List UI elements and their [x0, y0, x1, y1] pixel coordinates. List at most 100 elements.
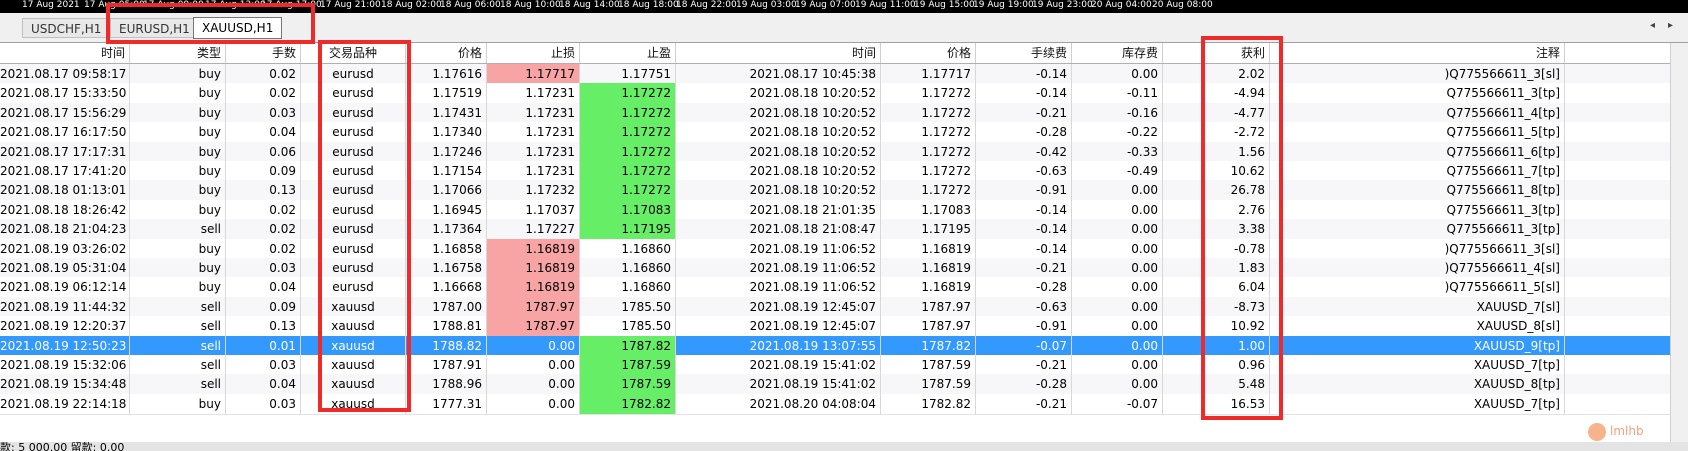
table-cell: 1.17272 — [580, 83, 676, 104]
table-cell: XAUUSD_7[sl] — [1270, 296, 1565, 317]
table-cell: 0.09 — [226, 296, 301, 317]
table-cell: 1.16858 — [406, 238, 487, 259]
table-cell: 0.00 — [487, 374, 580, 395]
table-row[interactable]: 2021.08.19 05:31:04 buy 0.03 eurusd 1.16758 1… — [0, 258, 1688, 279]
table-cell: buy — [130, 141, 226, 162]
column-header[interactable]: 止损 — [487, 43, 580, 63]
table-cell: 1.17231 — [487, 102, 580, 123]
table-cell: 0.00 — [1072, 219, 1163, 240]
table-row[interactable]: 2021.08.19 03:26:02 buy 0.02 eurusd 1.16858 1… — [0, 238, 1688, 260]
table-cell: 0.02 — [226, 238, 301, 259]
table-row[interactable]: 2021.08.17 17:41:20 buy 0.09 eurusd 1.17154 1… — [0, 161, 1688, 182]
column-header[interactable]: 手续费 — [976, 43, 1072, 63]
column-header[interactable]: 类型 — [130, 43, 226, 63]
table-cell: 0.00 — [1072, 258, 1163, 278]
table-cell: 1787.97 — [487, 316, 580, 337]
watermark-logo: lmlhb — [1588, 421, 1648, 441]
table-cell: 1.17272 — [580, 102, 676, 123]
chart-tab-bar: USDCHF,H1 EURUSD,H1 XAUUSD,H1 ◂ ▸ — [0, 13, 1688, 43]
table-row[interactable]: 2021.08.17 15:33:50 buy 0.02 eurusd 1.17519 1… — [0, 83, 1688, 105]
table-cell: -2.72 — [1163, 122, 1270, 143]
tab-scroll-right-icon[interactable]: ▸ — [1668, 20, 1673, 31]
table-cell: -4.77 — [1163, 102, 1270, 123]
table-cell: 0.04 — [226, 122, 301, 143]
table-cell: sell — [130, 374, 226, 395]
table-cell: Q775566611_4[tp] — [1270, 102, 1565, 123]
table-row[interactable]: 2021.08.19 11:44:32 sell 0.09 xauusd 1787.00… — [0, 296, 1688, 318]
table-row[interactable]: 2021.08.18 18:26:42 buy 0.02 eurusd 1.16945 1… — [0, 199, 1688, 221]
table-cell: 1.17519 — [406, 83, 487, 104]
table-cell: sell — [130, 219, 226, 240]
table-cell: 2.02 — [1163, 64, 1270, 84]
table-row[interactable]: 2021.08.19 06:12:14 buy 0.04 eurusd 1.16668 1… — [0, 277, 1688, 299]
column-header[interactable]: 时间 — [676, 43, 881, 63]
table-cell: 2021.08.18 21:04:23 — [0, 219, 130, 240]
tab-scroll-left-icon[interactable]: ◂ — [1650, 20, 1655, 31]
table-cell: sell — [130, 355, 226, 375]
table-cell: buy — [130, 64, 226, 84]
table-row[interactable]: 2021.08.17 17:17:31 buy 0.06 eurusd 1.17246 1… — [0, 141, 1688, 163]
table-cell: 1.16860 — [580, 258, 676, 278]
table-cell: 0.00 — [1072, 277, 1163, 298]
table-cell: -0.63 — [976, 296, 1072, 317]
vertical-scrollbar[interactable] — [1670, 43, 1688, 442]
time-axis-label: 19 Aug 19:00 — [973, 0, 1034, 10]
table-row[interactable]: 2021.08.17 15:56:29 buy 0.03 eurusd 1.17431 1… — [0, 102, 1688, 124]
table-cell: 2021.08.19 15:34:48 — [0, 374, 130, 395]
table-cell: 0.09 — [226, 161, 301, 181]
table-cell: 2021.08.18 01:13:01 — [0, 180, 130, 201]
column-header[interactable]: 交易品种 — [301, 43, 406, 63]
history-table-header: 时间 类型 手数 交易品种 价格 止损 止盈 时间 价格 手续费 库存费 获利 注释 — [0, 43, 1688, 64]
table-cell: -0.21 — [976, 102, 1072, 123]
table-row[interactable]: 2021.08.19 22:14:18 buy 0.03 xauusd 1777.31 0… — [0, 393, 1688, 415]
tab-xauusd[interactable]: XAUUSD,H1 — [193, 17, 283, 39]
table-cell: 5.48 — [1163, 374, 1270, 395]
table-cell: eurusd — [301, 219, 406, 240]
column-header[interactable]: 时间 — [0, 43, 130, 63]
table-row[interactable]: 2021.08.18 01:13:01 buy 0.13 eurusd 1.17066 1… — [0, 180, 1688, 202]
table-cell: 3.38 — [1163, 219, 1270, 240]
column-header[interactable]: 价格 — [881, 43, 976, 63]
table-cell: -0.28 — [976, 277, 1072, 298]
time-axis-label: 18 Aug 14:00 — [559, 0, 620, 10]
table-cell: 1.83 — [1163, 258, 1270, 278]
table-row[interactable]: 2021.08.19 15:34:48 sell 0.04 xauusd 1788.96… — [0, 374, 1688, 396]
column-header[interactable]: 获利 — [1163, 43, 1270, 63]
tab-usdchf[interactable]: USDCHF,H1 — [22, 18, 111, 38]
table-cell: Q775566611_6[tp] — [1270, 141, 1565, 162]
tab-eurusd[interactable]: EURUSD,H1 — [110, 18, 199, 38]
table-cell: 1.17195 — [881, 219, 976, 240]
table-cell: eurusd — [301, 199, 406, 220]
table-cell: -0.21 — [976, 258, 1072, 278]
table-cell: eurusd — [301, 83, 406, 104]
table-row[interactable]: 2021.08.17 09:58:17 buy 0.02 eurusd 1.17616 1… — [0, 64, 1688, 85]
table-row[interactable]: 2021.08.18 21:04:23 sell 0.02 eurusd 1.17364… — [0, 219, 1688, 241]
table-cell: 0.01 — [226, 335, 301, 356]
table-cell: 1785.50 — [580, 296, 676, 317]
table-row[interactable]: 2021.08.19 12:50:23 sell 0.01 xauusd 1788.82… — [0, 335, 1688, 357]
column-header[interactable]: 注释 — [1270, 43, 1565, 63]
table-cell: 2021.08.18 10:20:52 — [676, 180, 881, 201]
table-cell: 2021.08.18 10:20:52 — [676, 122, 881, 143]
table-cell: 1.17272 — [580, 141, 676, 162]
table-cell: 1.17717 — [881, 64, 976, 84]
column-header[interactable]: 止盈 — [580, 43, 676, 63]
column-header[interactable]: 价格 — [406, 43, 487, 63]
table-cell: eurusd — [301, 122, 406, 143]
column-header[interactable]: 库存费 — [1072, 43, 1163, 63]
table-cell: 1.17717 — [487, 64, 580, 84]
table-cell: 1.16819 — [487, 258, 580, 278]
column-header[interactable]: 手数 — [226, 43, 301, 63]
table-cell: 2021.08.17 10:45:38 — [676, 64, 881, 84]
time-axis-label: 18 Aug 02:00 — [381, 0, 442, 10]
table-row[interactable]: 2021.08.19 12:20:37 sell 0.13 xauusd 1788.81… — [0, 316, 1688, 338]
table-row[interactable]: 2021.08.17 16:17:50 buy 0.04 eurusd 1.17340 1… — [0, 122, 1688, 144]
time-axis-label: 18 Aug 06:00 — [440, 0, 501, 10]
table-cell: 1.17231 — [487, 161, 580, 181]
table-cell: -0.42 — [976, 141, 1072, 162]
table-row[interactable]: 2021.08.19 15:32:06 sell 0.03 xauusd 1787.91… — [0, 355, 1688, 376]
time-axis-label: 17 Aug 21:00 — [320, 0, 381, 10]
table-cell: 0.04 — [226, 374, 301, 395]
table-cell: 1.17231 — [487, 83, 580, 104]
table-cell: XAUUSD_7[tp] — [1270, 393, 1565, 414]
